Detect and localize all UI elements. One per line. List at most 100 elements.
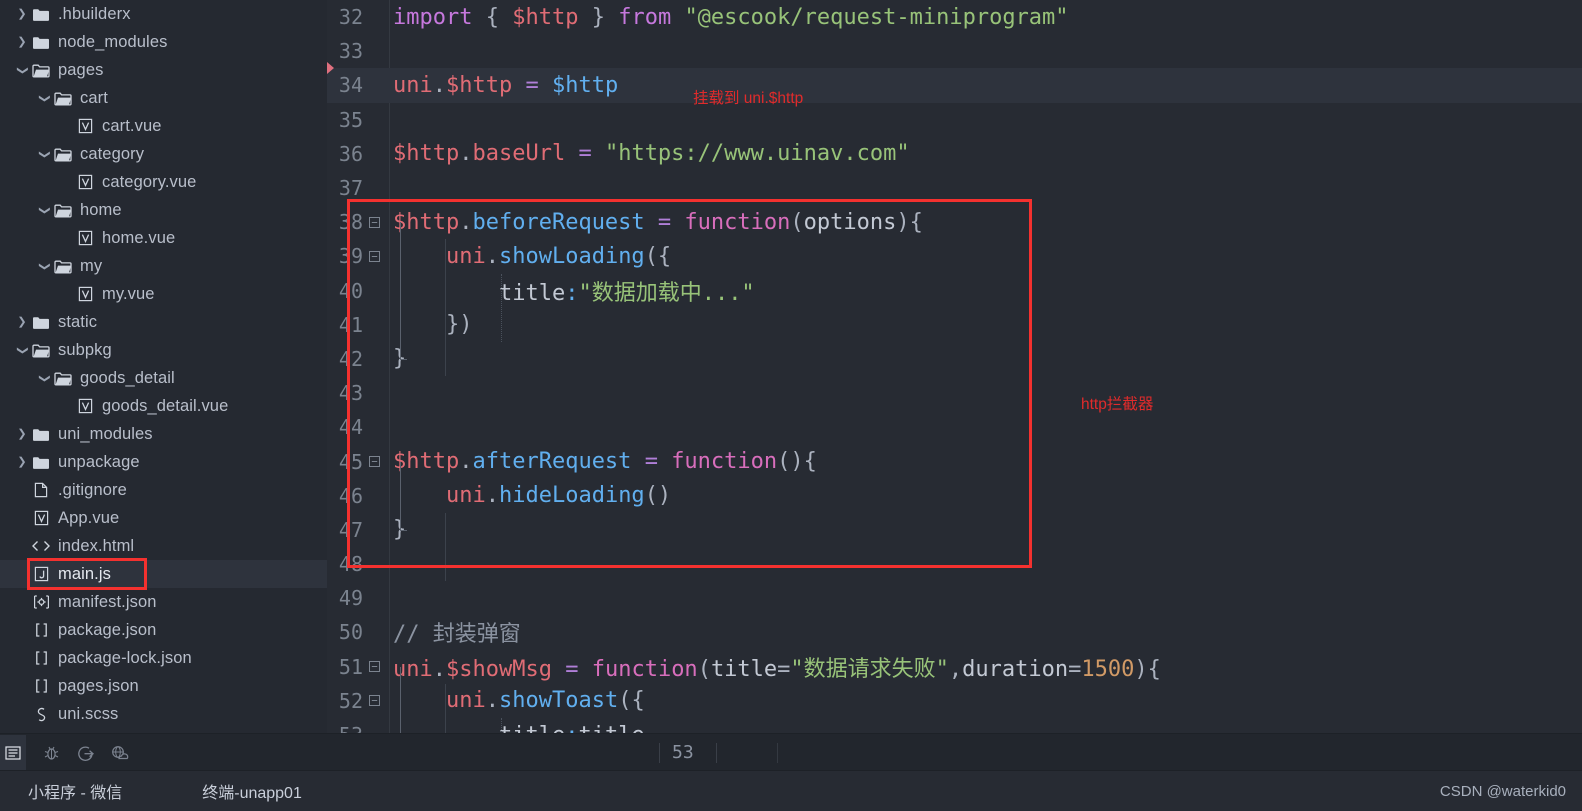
code-text: } xyxy=(389,346,1582,371)
chevron-down-icon[interactable]: ❯ xyxy=(17,342,29,358)
tree-item-pages[interactable]: ❯ pages xyxy=(0,56,327,84)
fold-range-end xyxy=(400,359,407,361)
project-file-tree[interactable]: ❯ .hbuilderx ❯ node_modules ❯ pages ❯ cart cart.… xyxy=(0,0,327,733)
chevron-down-icon[interactable]: ❯ xyxy=(39,90,51,106)
fold-range-line xyxy=(400,461,401,531)
tree-item-index-html[interactable]: index.html xyxy=(0,532,327,560)
code-line[interactable]: 39 uni.showLoading({ xyxy=(327,239,1582,273)
code-line[interactable]: 52 uni.showToast({ xyxy=(327,684,1582,718)
folder-open-icon xyxy=(30,343,52,358)
tree-item-goods-detail-vue[interactable]: goods_detail.vue xyxy=(0,392,327,420)
tree-item-category-vue[interactable]: category.vue xyxy=(0,168,327,196)
code-line[interactable]: 38 $http.beforeRequest = function(options… xyxy=(327,205,1582,239)
js-file-icon xyxy=(30,566,52,582)
bug-icon[interactable] xyxy=(34,739,68,767)
code-lines[interactable]: 32 import { $http } from "@escook/request… xyxy=(327,0,1582,752)
code-line[interactable]: 49 xyxy=(327,581,1582,615)
code-line[interactable]: 40 title:"数据加载中..." xyxy=(327,274,1582,308)
chevron-right-icon[interactable]: ❯ xyxy=(14,8,30,20)
chevron-down-icon[interactable]: ❯ xyxy=(39,370,51,386)
tree-item-label: static xyxy=(58,312,98,331)
tree-item-static[interactable]: ❯ static xyxy=(0,308,327,336)
chevron-down-icon[interactable]: ❯ xyxy=(39,258,51,274)
outline-icon[interactable] xyxy=(0,734,26,772)
chevron-right-icon[interactable]: ❯ xyxy=(14,456,30,468)
tree-item-gitignore[interactable]: .gitignore xyxy=(0,476,327,504)
chevron-right-icon[interactable]: ❯ xyxy=(14,36,30,48)
tree-item-label: package-lock.json xyxy=(58,648,192,667)
code-text: // 封装弹窗 xyxy=(393,622,521,648)
sidebar-toolbar[interactable] xyxy=(0,733,327,772)
fold-toggle-icon[interactable] xyxy=(369,695,389,707)
tree-item-label: .gitignore xyxy=(58,480,127,499)
code-line[interactable]: 37 xyxy=(327,171,1582,205)
chevron-right-icon[interactable]: ❯ xyxy=(14,316,30,328)
line-number: 50 xyxy=(338,620,363,645)
tree-item-package-json[interactable]: package.json xyxy=(0,616,327,644)
tree-item-label: uni.scss xyxy=(58,704,119,723)
code-line[interactable]: 46 uni.hideLoading() xyxy=(327,479,1582,513)
chevron-down-icon[interactable]: ❯ xyxy=(17,62,29,78)
bottom-tab-terminal[interactable]: 终端-unapp01 xyxy=(202,779,302,803)
chevron-right-icon[interactable]: ❯ xyxy=(14,428,30,440)
code-line[interactable]: 41 }) xyxy=(327,308,1582,342)
code-line[interactable]: 32 import { $http } from "@escook/request… xyxy=(327,0,1582,34)
code-line[interactable]: 50 // 封装弹窗 xyxy=(327,615,1582,649)
code-line[interactable]: 48 xyxy=(327,547,1582,581)
code-line[interactable]: 47} xyxy=(327,513,1582,547)
bottom-tab-wechat-miniprogram[interactable]: 小程序 - 微信 xyxy=(28,779,122,803)
tree-item-goods-detail[interactable]: ❯ goods_detail xyxy=(0,364,327,392)
code-line[interactable]: 33 xyxy=(327,34,1582,68)
chevron-down-icon[interactable]: ❯ xyxy=(39,146,51,162)
watermark: CSDN @waterkid0 xyxy=(1439,783,1566,800)
line-number: 45 xyxy=(338,449,363,474)
line-number: 37 xyxy=(338,176,363,201)
code-line[interactable]: 43 xyxy=(327,376,1582,410)
tree-item-my-vue[interactable]: my.vue xyxy=(0,280,327,308)
tree-item-main-js[interactable]: main.js xyxy=(0,560,327,588)
annotation-text: 挂载到 uni.$http xyxy=(693,90,804,107)
cloud-icon[interactable] xyxy=(102,739,136,767)
tree-item-pages-json[interactable]: pages.json xyxy=(0,672,327,700)
line-number: 35 xyxy=(338,107,363,132)
code-editor[interactable]: 32 import { $http } from "@escook/request… xyxy=(327,0,1582,771)
code-line[interactable]: 35 xyxy=(327,103,1582,137)
line-number: 48 xyxy=(338,552,363,577)
chevron-down-icon[interactable]: ❯ xyxy=(39,202,51,218)
bottom-panel-tabbar[interactable]: 小程序 - 微信 终端-unapp01 CSDN @waterkid0 xyxy=(0,770,1582,811)
code-line[interactable]: 42} xyxy=(327,342,1582,376)
tree-item-label: .hbuilderx xyxy=(58,4,131,23)
fold-toggle-icon[interactable] xyxy=(369,661,389,673)
tree-item-label: category xyxy=(80,144,145,163)
tree-item-hbuilderx[interactable]: ❯ .hbuilderx xyxy=(0,0,327,28)
tree-item-label: pages.json xyxy=(58,676,139,695)
code-line[interactable]: 45 $http.afterRequest = function(){ xyxy=(327,444,1582,478)
tree-item-label: unpackage xyxy=(58,452,140,471)
tree-item-category[interactable]: ❯ category xyxy=(0,140,327,168)
tree-item-uni-scss[interactable]: uni.scss xyxy=(0,700,327,728)
code-line[interactable]: 36 $http.baseUrl = "https://www.uinav.com… xyxy=(327,137,1582,171)
tree-item-cart-vue[interactable]: cart.vue xyxy=(0,112,327,140)
tree-item-unpackage[interactable]: ❯ unpackage xyxy=(0,448,327,476)
code-line[interactable]: 51 uni.$showMsg = function(title="数据请求失败"… xyxy=(327,650,1582,684)
tree-item-subpkg[interactable]: ❯ subpkg xyxy=(0,336,327,364)
tree-item-uni-modules[interactable]: ❯ uni_modules xyxy=(0,420,327,448)
change-marker-icon xyxy=(327,62,334,74)
fold-toggle-icon[interactable] xyxy=(369,456,389,468)
code-line[interactable]: 34 uni.$http = $http xyxy=(327,68,1582,103)
tree-item-node-modules[interactable]: ❯ node_modules xyxy=(0,28,327,56)
tree-item-package-lock-json[interactable]: package-lock.json xyxy=(0,644,327,672)
line-number: 40 xyxy=(338,278,363,303)
tree-item-cart[interactable]: ❯ cart xyxy=(0,84,327,112)
tree-item-home[interactable]: ❯ home xyxy=(0,196,327,224)
tree-item-home-vue[interactable]: home.vue xyxy=(0,224,327,252)
code-line[interactable]: 44 xyxy=(327,410,1582,444)
fold-toggle-icon[interactable] xyxy=(369,250,389,262)
tree-item-app-vue[interactable]: App.vue xyxy=(0,504,327,532)
run-icon[interactable] xyxy=(68,739,102,767)
tree-item-my[interactable]: ❯ my xyxy=(0,252,327,280)
json-file-icon xyxy=(30,622,52,638)
fold-toggle-icon[interactable] xyxy=(369,216,389,228)
tree-item-manifest-json[interactable]: manifest.json xyxy=(0,588,327,616)
tree-item-label: pages xyxy=(58,60,104,79)
